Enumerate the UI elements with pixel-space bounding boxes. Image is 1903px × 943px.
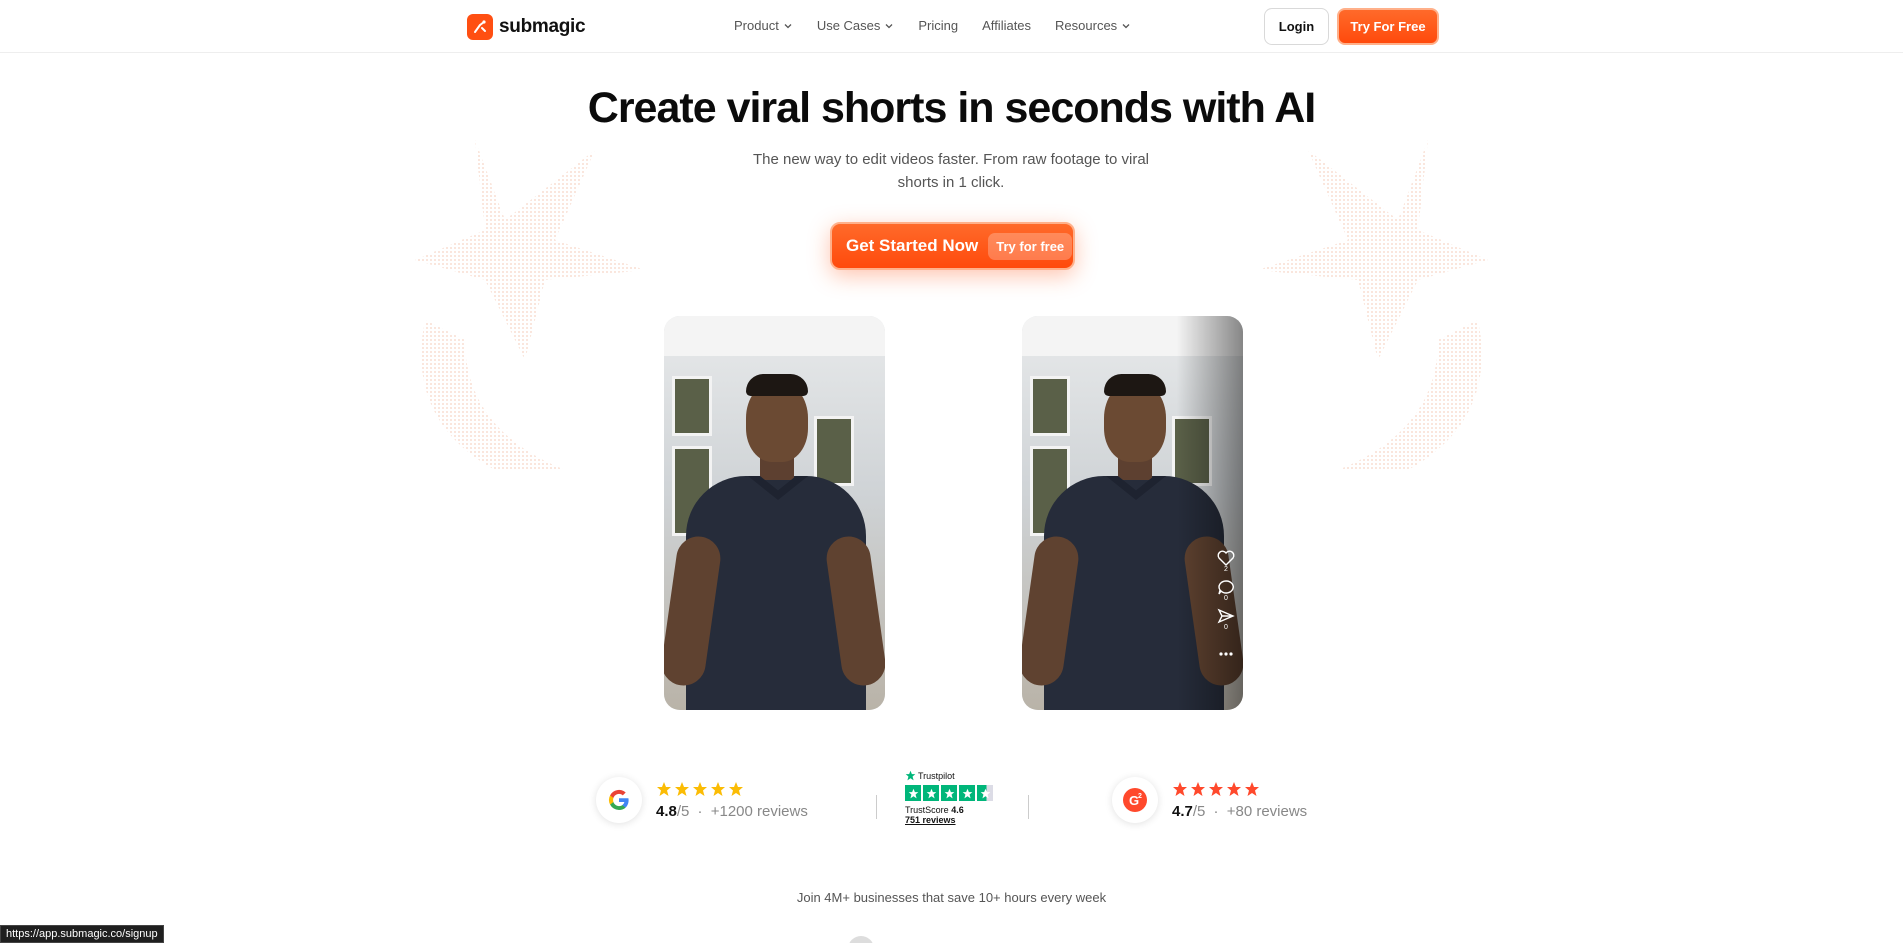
divider	[1028, 795, 1029, 819]
g2-score: 4.7	[1172, 802, 1193, 820]
trustscore-line: TrustScore 4.6	[905, 805, 993, 815]
star-icon	[1191, 781, 1205, 796]
more-icon	[1219, 652, 1233, 656]
more-action[interactable]	[1218, 651, 1234, 657]
top-nav: submagic Product Use Cases Pricing Affil…	[0, 0, 1903, 53]
video-after[interactable]: 2 0 0	[1022, 316, 1243, 710]
trustscore-value: 4.6	[951, 805, 964, 815]
star-icon	[675, 781, 689, 796]
send-icon	[1217, 608, 1235, 624]
star-icon	[1209, 781, 1223, 796]
g2-review: G 2 4.7/5 · +80 reviews	[1112, 777, 1307, 823]
video-window	[814, 416, 854, 486]
share-count: 0	[1224, 624, 1228, 631]
google-icon	[608, 789, 629, 810]
comment-count: 0	[1224, 595, 1228, 602]
login-button[interactable]: Login	[1264, 8, 1329, 45]
share-action[interactable]: 0	[1217, 608, 1235, 631]
g2-rating: 4.7/5 · +80 reviews	[1172, 781, 1307, 820]
separator: ·	[697, 802, 703, 820]
like-action[interactable]: 2	[1217, 550, 1235, 573]
g2-stars	[1172, 781, 1307, 797]
logo-text: submagic	[499, 16, 586, 37]
g2-badge: G 2	[1112, 777, 1158, 823]
chevron-down-icon	[1122, 23, 1130, 28]
g2-review-count: +80 reviews	[1226, 802, 1308, 820]
partner-logo-peek	[848, 936, 874, 943]
comment-action[interactable]: 0	[1217, 579, 1235, 602]
star-half-icon	[977, 785, 993, 801]
like-count: 2	[1224, 566, 1228, 573]
get-started-button[interactable]: Get Started Now Try for free	[830, 222, 1075, 270]
chevron-down-icon	[885, 23, 893, 28]
menu-item-label: Affiliates	[982, 18, 1032, 33]
try-for-free-button[interactable]: Try For Free	[1337, 8, 1439, 45]
svg-text:2: 2	[1138, 793, 1142, 800]
star-icon	[657, 781, 671, 796]
google-stars	[656, 781, 808, 797]
decorative-star-left	[415, 140, 645, 470]
star-icon	[729, 781, 743, 796]
google-badge	[596, 777, 642, 823]
submagic-logo-icon	[467, 14, 493, 40]
menu-item-resources[interactable]: Resources	[1055, 18, 1131, 33]
menu-item-label: Product	[734, 18, 779, 33]
star-icon	[941, 785, 957, 801]
menu-item-label: Use Cases	[816, 18, 881, 33]
cta-pill: Try for free	[988, 232, 1073, 260]
trustpilot-stars	[905, 785, 993, 801]
separator: ·	[1213, 802, 1219, 820]
google-review: 4.8/5 · +1200 reviews	[596, 777, 808, 823]
menu-item-label: Resources	[1055, 18, 1118, 33]
g2-rating-line: 4.7/5 · +80 reviews	[1172, 803, 1307, 820]
star-icon	[923, 785, 939, 801]
main-menu: Product Use Cases Pricing Affiliates Res…	[734, 18, 1131, 33]
star-icon	[959, 785, 975, 801]
google-out-of: /5	[676, 802, 690, 820]
decorative-star-right	[1258, 140, 1488, 470]
hero-title: Create viral shorts in seconds with AI	[587, 84, 1316, 132]
menu-item-pricing[interactable]: Pricing	[918, 18, 958, 33]
google-rating: 4.8/5 · +1200 reviews	[656, 781, 808, 820]
g2-out-of: /5	[1192, 802, 1206, 820]
comment-icon	[1218, 580, 1234, 595]
google-review-count: +1200 reviews	[710, 802, 808, 820]
video-before[interactable]	[664, 316, 885, 710]
logo[interactable]: submagic	[467, 14, 586, 40]
menu-item-label: Pricing	[918, 18, 959, 33]
heart-icon	[1217, 550, 1235, 566]
google-score: 4.8	[656, 802, 677, 820]
divider	[876, 795, 877, 819]
menu-item-product[interactable]: Product	[734, 18, 793, 33]
chevron-down-icon	[784, 23, 792, 28]
status-bar-url: https://app.submagic.co/signup	[0, 925, 164, 943]
trustscore-label: TrustScore	[905, 805, 949, 815]
video-window	[672, 376, 712, 436]
video-vignette	[1022, 316, 1243, 710]
join-text: Join 4M+ businesses that save 10+ hours …	[796, 890, 1107, 905]
google-rating-line: 4.8/5 · +1200 reviews	[656, 803, 808, 820]
star-icon	[905, 785, 921, 801]
star-icon	[1227, 781, 1241, 796]
video-actions: 2 0 0	[1217, 550, 1235, 657]
menu-item-affiliates[interactable]: Affiliates	[982, 18, 1031, 33]
trustpilot-logo: Trustpilot	[905, 770, 993, 781]
trustpilot-brand: Trustpilot	[918, 770, 955, 781]
star-icon	[693, 781, 707, 796]
g2-icon: G 2	[1123, 788, 1147, 812]
cta-label: Get Started Now	[846, 236, 979, 255]
video-ceiling	[664, 316, 885, 356]
menu-item-use-cases[interactable]: Use Cases	[817, 18, 895, 33]
trustpilot-review[interactable]: Trustpilot TrustScore 4.6 751 reviews	[905, 770, 993, 825]
trustpilot-review-link[interactable]: 751 reviews	[905, 815, 993, 825]
hero-subtitle: The new way to edit videos faster. From …	[752, 151, 1149, 191]
star-icon	[711, 781, 725, 796]
trustpilot-star-icon	[905, 770, 916, 781]
page: submagic Product Use Cases Pricing Affil…	[0, 0, 1903, 943]
video-person-hair	[746, 374, 808, 396]
star-icon	[1173, 781, 1187, 796]
star-icon	[1245, 781, 1259, 796]
